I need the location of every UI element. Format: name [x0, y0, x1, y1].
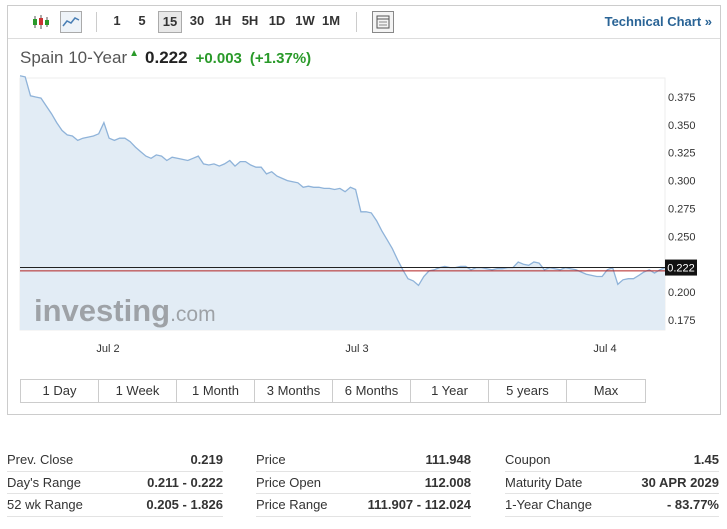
stat-value: 0.205 - 1.826 [146, 497, 223, 512]
y-tick-label: 0.275 [668, 203, 696, 215]
stat-row: Price Range 111.907 - 112.024 [256, 494, 471, 517]
stat-row: Price 111.948 [256, 449, 471, 472]
stat-value: - 83.77% [666, 497, 719, 512]
range-6-months[interactable]: 6 Months [333, 380, 411, 402]
x-tick-label: Jul 3 [345, 343, 368, 355]
y-tick-label: 0.325 [668, 148, 696, 160]
price-chart[interactable]: 0.375 0.350 0.325 0.300 0.275 0.250 0.200 0.175… [8, 6, 720, 371]
y-tick-label: 0.375 [668, 92, 696, 104]
y-tick-label: 0.200 [668, 287, 696, 299]
stat-value: 112.008 [424, 474, 471, 490]
stat-value: 111.907 - 112.024 [367, 497, 471, 512]
range-3-months[interactable]: 3 Months [255, 380, 333, 402]
stat-value: 1.45 [693, 452, 719, 467]
x-tick-label: Jul 4 [593, 343, 616, 355]
last-price-tag-label: 0.222 [667, 263, 695, 275]
stat-label: Day's Range [7, 474, 82, 490]
stat-label: Prev. Close [7, 452, 74, 467]
stat-row: Day's Range 0.211 - 0.222 [7, 472, 223, 494]
range-max[interactable]: Max [567, 380, 645, 402]
range-1-day[interactable]: 1 Day [21, 380, 99, 402]
x-tick-label: Jul 2 [96, 343, 119, 355]
y-tick-label: 0.350 [668, 120, 696, 132]
stat-row: Maturity Date 30 APR 2029 [505, 472, 719, 494]
stats-column-2: Price 111.948 Price Open 112.008 Price Ran… [256, 449, 471, 517]
range-selector: 1 Day 1 Week 1 Month 3 Months 6 Months 1… [20, 379, 646, 403]
stats-column-1: Prev. Close 0.219 Day's Range 0.211 - 0.22… [7, 449, 223, 517]
stat-row: 1-Year Change - 83.77% [505, 494, 719, 517]
y-tick-label: 0.250 [668, 231, 696, 243]
stat-label: 52 wk Range [7, 497, 83, 512]
range-1-week[interactable]: 1 Week [99, 380, 177, 402]
chart-widget: 1 5 15 30 1H 5H 1D 1W 1M Technical Chart… [7, 5, 721, 415]
stat-label: Price Range [256, 497, 328, 512]
stat-label: Price Open [256, 474, 322, 490]
range-5-years[interactable]: 5 years [489, 380, 567, 402]
stat-row: Coupon 1.45 [505, 449, 719, 472]
stat-label: 1-Year Change [505, 497, 592, 512]
stat-row: Price Open 112.008 [256, 472, 471, 494]
stat-value: 0.211 - 0.222 [147, 474, 223, 490]
stat-row: Prev. Close 0.219 [7, 449, 223, 472]
y-tick-label: 0.300 [668, 176, 696, 188]
stat-value: 30 APR 2029 [641, 474, 719, 490]
range-1-month[interactable]: 1 Month [177, 380, 255, 402]
range-1-year[interactable]: 1 Year [411, 380, 489, 402]
stat-value: 0.219 [190, 452, 223, 467]
stat-label: Price [256, 452, 286, 467]
stat-row: 52 wk Range 0.205 - 1.826 [7, 494, 223, 517]
stats-column-3: Coupon 1.45 Maturity Date 30 APR 2029 1-Ye… [505, 449, 719, 517]
stat-value: 111.948 [425, 452, 471, 467]
y-tick-label: 0.175 [668, 315, 696, 327]
stat-label: Maturity Date [505, 474, 583, 490]
stat-label: Coupon [505, 452, 551, 467]
